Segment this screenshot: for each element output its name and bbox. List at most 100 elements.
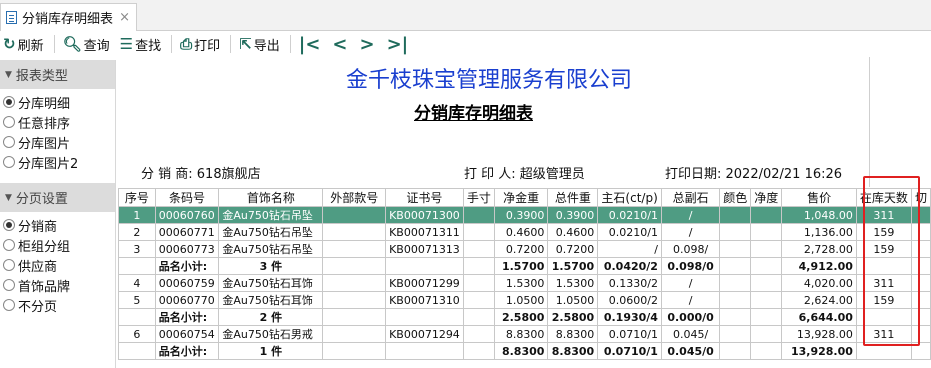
table-cell: 0.045/0 (660, 342, 721, 360)
radio-icon (3, 116, 15, 128)
table-cell (910, 240, 931, 258)
table-cell: 159 (855, 223, 912, 241)
radio-icon (3, 136, 15, 148)
table-cell: 5 (118, 291, 156, 309)
column-header[interactable]: 首饰名称 (218, 188, 324, 207)
table-cell: 品名小计: (154, 342, 220, 360)
table-cell: 0.1330/2 (597, 274, 662, 292)
subtotal-row[interactable]: 品名小计: 3 件 1.5700 1.5700 0.0420/2 0.098/0 4,912… (118, 257, 931, 275)
radio-icon (3, 279, 15, 291)
radio-item[interactable]: 首饰品牌 (0, 275, 115, 295)
radio-item[interactable]: 供应商 (0, 255, 115, 275)
column-header[interactable]: 外部款号 (322, 188, 387, 207)
column-header[interactable]: 售价 (781, 188, 857, 207)
table-cell: 4,020.00 (781, 274, 857, 292)
column-header[interactable]: 切 (910, 188, 931, 207)
table-cell (719, 308, 752, 326)
table-cell: 311 (855, 325, 912, 343)
radio-selected-icon (3, 96, 15, 108)
table-cell (322, 240, 387, 258)
export-button[interactable]: ⇱ 导出 (239, 35, 280, 54)
collapse-triangle-icon: ▼ (5, 192, 12, 203)
table-cell (118, 308, 156, 326)
find-list-icon: ☰ (119, 35, 134, 53)
table-cell (750, 240, 783, 258)
table-cell (910, 206, 931, 224)
paging-header[interactable]: ▼ 分页设置 (0, 183, 115, 212)
report-type-header[interactable]: ▼ 报表类型 (0, 60, 115, 89)
close-icon[interactable]: × (119, 10, 130, 25)
table-row[interactable]: 3 00060773 金Au750钻石吊坠 KB00071313 0.7200 0.720… (118, 240, 931, 258)
search-icon: 🔍︎ (62, 35, 82, 53)
column-header[interactable]: 总件重 (547, 188, 599, 207)
table-cell: 0.0710/1 (597, 342, 662, 360)
column-header[interactable]: 序号 (118, 188, 156, 207)
column-header[interactable]: 净度 (750, 188, 783, 207)
table-cell: 1,136.00 (781, 223, 857, 241)
radio-item[interactable]: 柜组分组 (0, 235, 115, 255)
refresh-button[interactable]: ↻ 刷新 (3, 35, 44, 54)
find-button[interactable]: ☰ 查找 (120, 35, 161, 54)
radio-item[interactable]: 分库图片 (0, 132, 115, 152)
table-cell: 0.098/ (660, 240, 721, 258)
table-cell: 0.0710/1 (597, 325, 662, 343)
first-page-icon[interactable]: |< (299, 34, 321, 55)
table-cell: / (597, 240, 662, 258)
print-button[interactable]: ⎙ 打印 (180, 35, 220, 54)
table-cell: KB00071311 (385, 223, 464, 241)
table-cell (462, 308, 495, 326)
column-header[interactable]: 证书号 (385, 188, 464, 207)
column-header[interactable]: 在库天数 (855, 188, 912, 207)
table-cell: 4 (118, 274, 156, 292)
table-cell (910, 342, 931, 360)
table-cell: 159 (855, 240, 912, 258)
table-cell: / (660, 291, 721, 309)
table-cell (385, 342, 464, 360)
radio-item[interactable]: 任意排序 (0, 112, 115, 132)
table-row[interactable]: 1 00060760 金Au750钻石吊坠 KB00071300 0.3900 0.390… (118, 206, 931, 224)
report-type-options: 分库明细 任意排序 分库图片 分库图片2 (0, 89, 115, 172)
table-cell (322, 291, 387, 309)
table-cell (322, 308, 387, 326)
last-page-icon[interactable]: >| (387, 34, 409, 55)
radio-label: 分库图片2 (18, 156, 79, 172)
table-cell: 品名小计: (154, 257, 220, 275)
column-header[interactable]: 总副石 (660, 188, 721, 207)
radio-label: 分库明细 (18, 96, 71, 112)
radio-item[interactable]: 不分页 (0, 295, 115, 315)
inventory-table: 序号 条码号 首饰名称 外部款号 证书号 手寸 净金重 总件重 主石(ct/p) 总副石 颜色 净度售… (118, 188, 931, 360)
table-row[interactable]: 2 00060771 金Au750钻石吊坠 KB00071311 0.4600 0.460… (118, 223, 931, 241)
radio-selected-icon (3, 219, 15, 231)
radio-label: 柜组分组 (18, 239, 71, 255)
table-cell (855, 342, 912, 360)
table-cell: 1.5700 (547, 257, 599, 275)
radio-item[interactable]: 分库图片2 (0, 152, 115, 172)
subtotal-row[interactable]: 品名小计: 1 件 8.8300 8.8300 0.0710/1 0.045/0 13,92… (118, 342, 931, 360)
tab-inventory-detail[interactable]: 分销库存明细表 × (0, 3, 137, 31)
table-row[interactable]: 6 00060754 金Au750钻石男戒 KB00071294 8.8300 8.830… (118, 325, 931, 343)
column-header[interactable]: 颜色 (719, 188, 752, 207)
column-header[interactable]: 条码号 (154, 188, 220, 207)
table-cell (322, 206, 387, 224)
table-row[interactable]: 5 00060770 金Au750钻石耳饰 KB00071310 1.0500 1.050… (118, 291, 931, 309)
table-cell (750, 257, 783, 275)
table-cell: 0.4600 (493, 223, 549, 241)
radio-item[interactable]: 分销商 (0, 215, 115, 235)
table-cell: 00060770 (154, 291, 220, 309)
table-cell (385, 308, 464, 326)
query-button[interactable]: 🔍︎ 查询 (63, 35, 110, 54)
radio-item[interactable]: 分库明细 (0, 92, 115, 112)
column-header[interactable]: 手寸 (462, 188, 495, 207)
next-page-icon[interactable]: > (360, 34, 375, 55)
table-cell: 1.5700 (493, 257, 549, 275)
column-header[interactable]: 净金重 (493, 188, 549, 207)
table-row[interactable]: 4 00060759 金Au750钻石耳饰 KB00071299 1.5300 1.530… (118, 274, 931, 292)
table-cell: 1.0500 (493, 291, 549, 309)
table-cell (910, 223, 931, 241)
previous-page-icon[interactable]: < (332, 34, 347, 55)
table-cell (118, 257, 156, 275)
table-header-row: 序号 条码号 首饰名称 外部款号 证书号 手寸 净金重 总件重 主石(ct/p) 总副石 颜色 净度售… (118, 188, 931, 207)
column-header[interactable]: 主石(ct/p) (597, 188, 662, 207)
table-cell (855, 308, 912, 326)
subtotal-row[interactable]: 品名小计: 2 件 2.5800 2.5800 0.1930/4 0.000/0 6,644… (118, 308, 931, 326)
